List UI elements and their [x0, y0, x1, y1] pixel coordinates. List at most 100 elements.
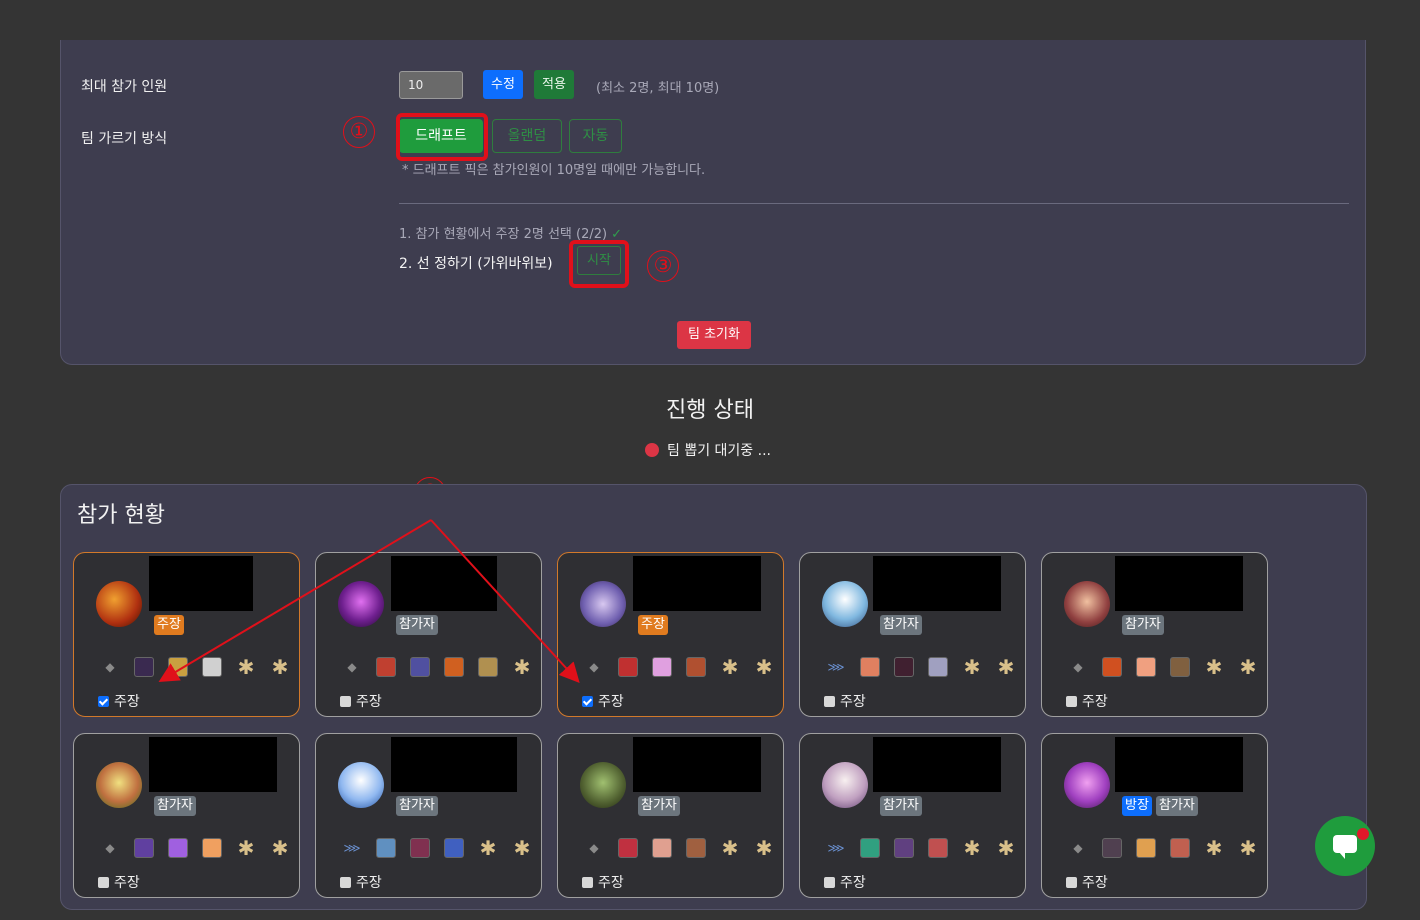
- captain-checkbox[interactable]: 주장: [340, 872, 382, 892]
- checkbox-icon[interactable]: [98, 876, 109, 888]
- checkbox-icon[interactable]: [824, 876, 835, 888]
- divider: [399, 203, 1349, 204]
- champion-row: ◆ ✱: [335, 657, 539, 677]
- annotation-box-draft: [396, 113, 488, 161]
- captain-checkbox[interactable]: 주장: [824, 872, 866, 892]
- notification-dot: [1357, 828, 1369, 840]
- captain-checkbox[interactable]: 주장: [98, 691, 140, 711]
- max-participants-input[interactable]: 10: [399, 71, 463, 99]
- captain-checkbox[interactable]: 주장: [582, 691, 624, 711]
- champion-icon: [444, 657, 464, 677]
- champion-icon: [134, 657, 154, 677]
- empty-slot-icon: ✱: [721, 655, 739, 679]
- captain-checkbox-label: 주장: [114, 875, 140, 891]
- edit-button[interactable]: 수정: [483, 70, 523, 99]
- captain-checkbox-label: 주장: [356, 694, 382, 710]
- max-participants-label: 최대 참가 인원: [81, 79, 168, 95]
- settings-panel: 최대 참가 인원 10 수정 적용 (최소 2명, 최대 10명) 팀 가르기 …: [60, 40, 1366, 365]
- participant-card: 주장 ◆ ✱ ✱ 주장: [73, 552, 300, 717]
- annotation-number-3: ③: [647, 250, 679, 282]
- champion-icon: [618, 838, 638, 858]
- captain-checkbox[interactable]: 주장: [824, 691, 866, 711]
- checkbox-icon[interactable]: [340, 876, 351, 888]
- role-badges: 참가자: [638, 796, 680, 816]
- redacted-name: [149, 556, 253, 611]
- rank-icon: ◆: [105, 660, 115, 674]
- captain-checkbox[interactable]: 주장: [582, 872, 624, 892]
- avatar: [96, 762, 142, 808]
- champion-icon: [618, 657, 638, 677]
- progress-status-title: 진행 상태: [666, 398, 754, 423]
- champion-row: ◆ ✱ ✱: [1061, 657, 1265, 677]
- captain-checkbox[interactable]: 주장: [98, 872, 140, 892]
- empty-slot-icon: ✱: [479, 836, 497, 860]
- all-random-button[interactable]: 올랜덤: [492, 119, 562, 153]
- rank-icon: ⋙: [343, 841, 361, 855]
- apply-button[interactable]: 적용: [534, 70, 574, 99]
- rank-icon: ◆: [1073, 660, 1083, 674]
- checkbox-icon[interactable]: [582, 695, 593, 707]
- captain-checkbox[interactable]: 주장: [1066, 872, 1108, 892]
- champion-icon: [410, 838, 430, 858]
- checkbox-icon[interactable]: [582, 876, 593, 888]
- champion-icon: [652, 838, 672, 858]
- auto-button[interactable]: 자동: [569, 119, 622, 153]
- redacted-name: [873, 556, 1001, 611]
- chat-button[interactable]: [1315, 816, 1375, 876]
- champion-icon: [376, 657, 396, 677]
- empty-slot-icon: ✱: [513, 836, 531, 860]
- empty-slot-icon: ✱: [963, 655, 981, 679]
- avatar: [338, 581, 384, 627]
- champion-icon: [168, 657, 188, 677]
- captain-checkbox[interactable]: 주장: [340, 691, 382, 711]
- champion-icon: [444, 838, 464, 858]
- empty-slot-icon: ✱: [755, 655, 773, 679]
- step-two: 2. 선 정하기 (가위바위보): [399, 256, 553, 272]
- range-hint: (최소 2명, 최대 10명): [596, 81, 720, 96]
- redacted-name: [391, 737, 517, 792]
- rank-icon: ⋙: [827, 660, 845, 674]
- champion-icon: [860, 657, 880, 677]
- role-badge: 참가자: [880, 796, 922, 816]
- champion-icon: [376, 838, 396, 858]
- role-badge: 참가자: [396, 615, 438, 635]
- checkbox-icon[interactable]: [340, 695, 351, 707]
- redacted-name: [633, 556, 761, 611]
- participant-card: 참가자 ⋙ ✱ ✱ 주장: [315, 733, 542, 898]
- avatar: [1064, 762, 1110, 808]
- draft-hint: * 드래프트 픽은 참가인원이 10명일 때에만 가능합니다.: [402, 163, 706, 178]
- champion-icon: [1102, 657, 1122, 677]
- champion-icon: [652, 657, 672, 677]
- role-badge: 참가자: [638, 796, 680, 816]
- role-badges: 방장 참가자: [1122, 796, 1198, 816]
- chat-bubble-icon: [1333, 835, 1357, 859]
- checkbox-icon[interactable]: [1066, 695, 1077, 707]
- captain-checkbox-label: 주장: [356, 875, 382, 891]
- avatar: [580, 762, 626, 808]
- team-reset-button[interactable]: 팀 초기화: [677, 321, 751, 349]
- checkbox-icon[interactable]: [1066, 876, 1077, 888]
- role-badges: 참가자: [396, 796, 438, 816]
- captain-checkbox-label: 주장: [598, 694, 624, 710]
- role-badges: 참가자: [880, 796, 922, 816]
- avatar: [338, 762, 384, 808]
- champion-icon: [1102, 838, 1122, 858]
- annotation-box-start: [569, 240, 629, 288]
- participant-card: 주장 ◆ ✱ ✱ 주장: [557, 552, 784, 717]
- champion-icon: [860, 838, 880, 858]
- champion-icon: [202, 657, 222, 677]
- checkbox-icon[interactable]: [824, 695, 835, 707]
- avatar: [580, 581, 626, 627]
- champion-row: ◆ ✱ ✱: [1061, 838, 1265, 858]
- checkbox-icon[interactable]: [98, 695, 109, 707]
- champion-icon: [134, 838, 154, 858]
- role-badge: 참가자: [880, 615, 922, 635]
- participant-card: 참가자 ◆ ✱ ✱ 주장: [1041, 552, 1268, 717]
- captain-checkbox[interactable]: 주장: [1066, 691, 1108, 711]
- champion-icon: [894, 838, 914, 858]
- avatar: [1064, 581, 1110, 627]
- captain-checkbox-label: 주장: [1082, 875, 1108, 891]
- empty-slot-icon: ✱: [963, 836, 981, 860]
- empty-slot-icon: ✱: [721, 836, 739, 860]
- role-badge: 참가자: [1122, 615, 1164, 635]
